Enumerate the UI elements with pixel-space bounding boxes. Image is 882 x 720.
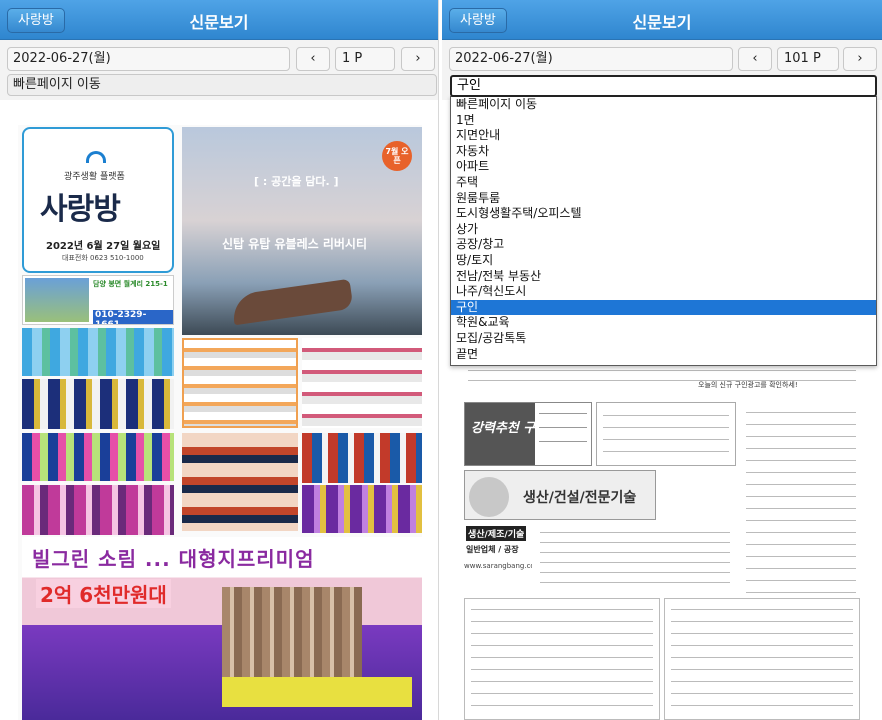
dropdown-option[interactable]: 원룸투룸 — [451, 191, 876, 207]
ad-title: 신탑 유탑 유블레스 리버시티 — [222, 237, 368, 251]
brand: 사랑방 — [40, 192, 121, 227]
brand-small: 광주생활 플랫폼 — [64, 172, 125, 182]
chevron-right-icon: › — [415, 51, 421, 66]
header: 사랑방 신문보기 — [442, 0, 882, 40]
dropdown-option[interactable]: 주택 — [451, 175, 876, 191]
dropdown-option[interactable]: 전남/전북 부동산 — [451, 269, 876, 285]
price-strip — [222, 677, 412, 707]
ad-house[interactable]: 담양 봉면 월계리 215-1 010-2329-1661 — [22, 275, 174, 325]
person-illustration — [469, 477, 509, 517]
dropdown-option[interactable]: 자동차 — [451, 144, 876, 160]
dropdown-option[interactable]: 아파트 — [451, 159, 876, 175]
ad-block-9[interactable] — [302, 485, 422, 533]
ad-block-4[interactable] — [22, 485, 174, 535]
ad-tagline: [ : 공간을 담다. ] — [254, 175, 339, 188]
notice-text: 오늘의 신규 구인광고를 확인하세! — [698, 381, 798, 389]
ad-block-6[interactable] — [302, 338, 422, 428]
dropdown-option[interactable]: 상가 — [451, 222, 876, 238]
listing-box-2 — [664, 598, 860, 720]
ad-block-1[interactable] — [22, 328, 174, 376]
chevron-left-icon: ‹ — [310, 51, 316, 66]
listing-grid — [534, 524, 736, 594]
recruit-title: 강력추천 구인 — [471, 421, 548, 436]
quick-page-select[interactable]: 구인 — [450, 75, 877, 97]
ad-block-2[interactable] — [22, 379, 174, 429]
chevron-left-icon: ‹ — [752, 51, 758, 66]
quick-page-dropdown[interactable]: 빠른페이지 이동 1면 지면안내 자동차 아파트 주택 원룸투룸 도시형생활주택/오피스텔 상가… — [450, 96, 877, 366]
ad-block-5[interactable] — [182, 338, 298, 428]
recruit-box-2 — [596, 402, 736, 466]
ad-block-7[interactable] — [182, 433, 298, 531]
left-viewer: 사랑방 신문보기 2022-06-27(월) ‹ 1 P › 빠른페이지 이동 … — [0, 0, 439, 720]
page-title: 신문보기 — [632, 13, 692, 32]
ad-block-3[interactable] — [22, 433, 174, 481]
dropdown-option[interactable]: 구인 — [451, 299, 876, 316]
prev-page-button[interactable]: ‹ — [738, 47, 772, 71]
ad-bottom[interactable]: 빌그린 소림 ... 대형지프리미엄 2억 6천만원대 — [22, 537, 422, 720]
ad-badge: 7월 오픈 — [385, 147, 409, 165]
bottom-line2: 2억 6천만원대 — [36, 579, 171, 608]
next-page-button[interactable]: › — [401, 47, 435, 71]
date-select[interactable]: 2022-06-27(월) — [449, 47, 733, 71]
dropdown-option[interactable]: 빠른페이지 이동 — [451, 97, 876, 113]
house-title: 담양 봉면 월계리 215-1 — [93, 280, 168, 288]
page-select[interactable]: 1 P — [335, 47, 395, 71]
house-photo — [25, 278, 89, 322]
dropdown-option[interactable]: 나주/혁신도시 — [451, 284, 876, 300]
index-rows: 오늘의 신규 구인광고를 확인하세! — [462, 362, 862, 392]
dropdown-option[interactable]: 끝면 — [451, 347, 876, 363]
column-listings — [740, 402, 862, 612]
recruit-box: 강력추천 구인 — [464, 402, 592, 466]
section-title: 생산/건설/전문기술 — [523, 490, 637, 506]
dropdown-option[interactable]: 땅/토지 — [451, 253, 876, 269]
bottom-line1: 빌그린 소림 ... 대형지프리미엄 — [32, 547, 315, 571]
cover-date: 2022년 6월 27일 월요일 — [46, 241, 161, 252]
ad-apartment[interactable]: [ : 공간을 담다. ] 신탑 유탑 유블레스 리버시티 7월 오픈 — [182, 127, 422, 335]
section-banner: 생산/건설/전문기술 — [464, 470, 656, 520]
cover-phone: 대표전화 0623 510-1000 — [62, 254, 144, 262]
dropdown-option[interactable]: 지면안내 — [451, 128, 876, 144]
cover-box: 광주생활 플랫폼 사랑방 2022년 6월 27일 월요일 대표전화 0623 … — [22, 127, 174, 273]
house-phone: 010-2329-1661 — [93, 310, 173, 324]
lounge-chair-image — [230, 278, 354, 326]
chevron-right-icon: › — [857, 51, 863, 66]
date-select[interactable]: 2022-06-27(월) — [7, 47, 290, 71]
quick-page-select[interactable]: 빠른페이지 이동 — [7, 74, 437, 96]
header: 사랑방 신문보기 — [0, 0, 438, 40]
wifi-icon — [86, 151, 106, 163]
toolbar: 2022-06-27(월) ‹ 1 P › 빠른페이지 이동 — [0, 40, 438, 100]
page-select[interactable]: 101 P — [777, 47, 839, 71]
dropdown-option[interactable]: 모집/공감톡톡 — [451, 331, 876, 347]
dropdown-option[interactable]: 1면 — [451, 113, 876, 129]
prev-page-button[interactable]: ‹ — [296, 47, 330, 71]
ad-block-8[interactable] — [302, 433, 422, 483]
listing-box-1 — [464, 598, 660, 720]
newspaper-page[interactable]: 오늘의 신규 구인광고를 확인하세! 강력추천 구인 생산/건설/전문기술 생산… — [462, 360, 862, 720]
dropdown-option[interactable]: 공장/창고 — [451, 237, 876, 253]
next-page-button[interactable]: › — [843, 47, 877, 71]
section-sub: 생산/제조/기술 일반업체 / 공장 www.sarangbang.com — [464, 524, 532, 594]
page-title: 신문보기 — [189, 13, 249, 32]
dropdown-option[interactable]: 학원&교육 — [451, 315, 876, 331]
dropdown-option[interactable]: 도시형생활주택/오피스텔 — [451, 206, 876, 222]
newspaper-page[interactable]: 광주생활 플랫폼 사랑방 2022년 6월 27일 월요일 대표전화 0623 … — [18, 125, 422, 720]
